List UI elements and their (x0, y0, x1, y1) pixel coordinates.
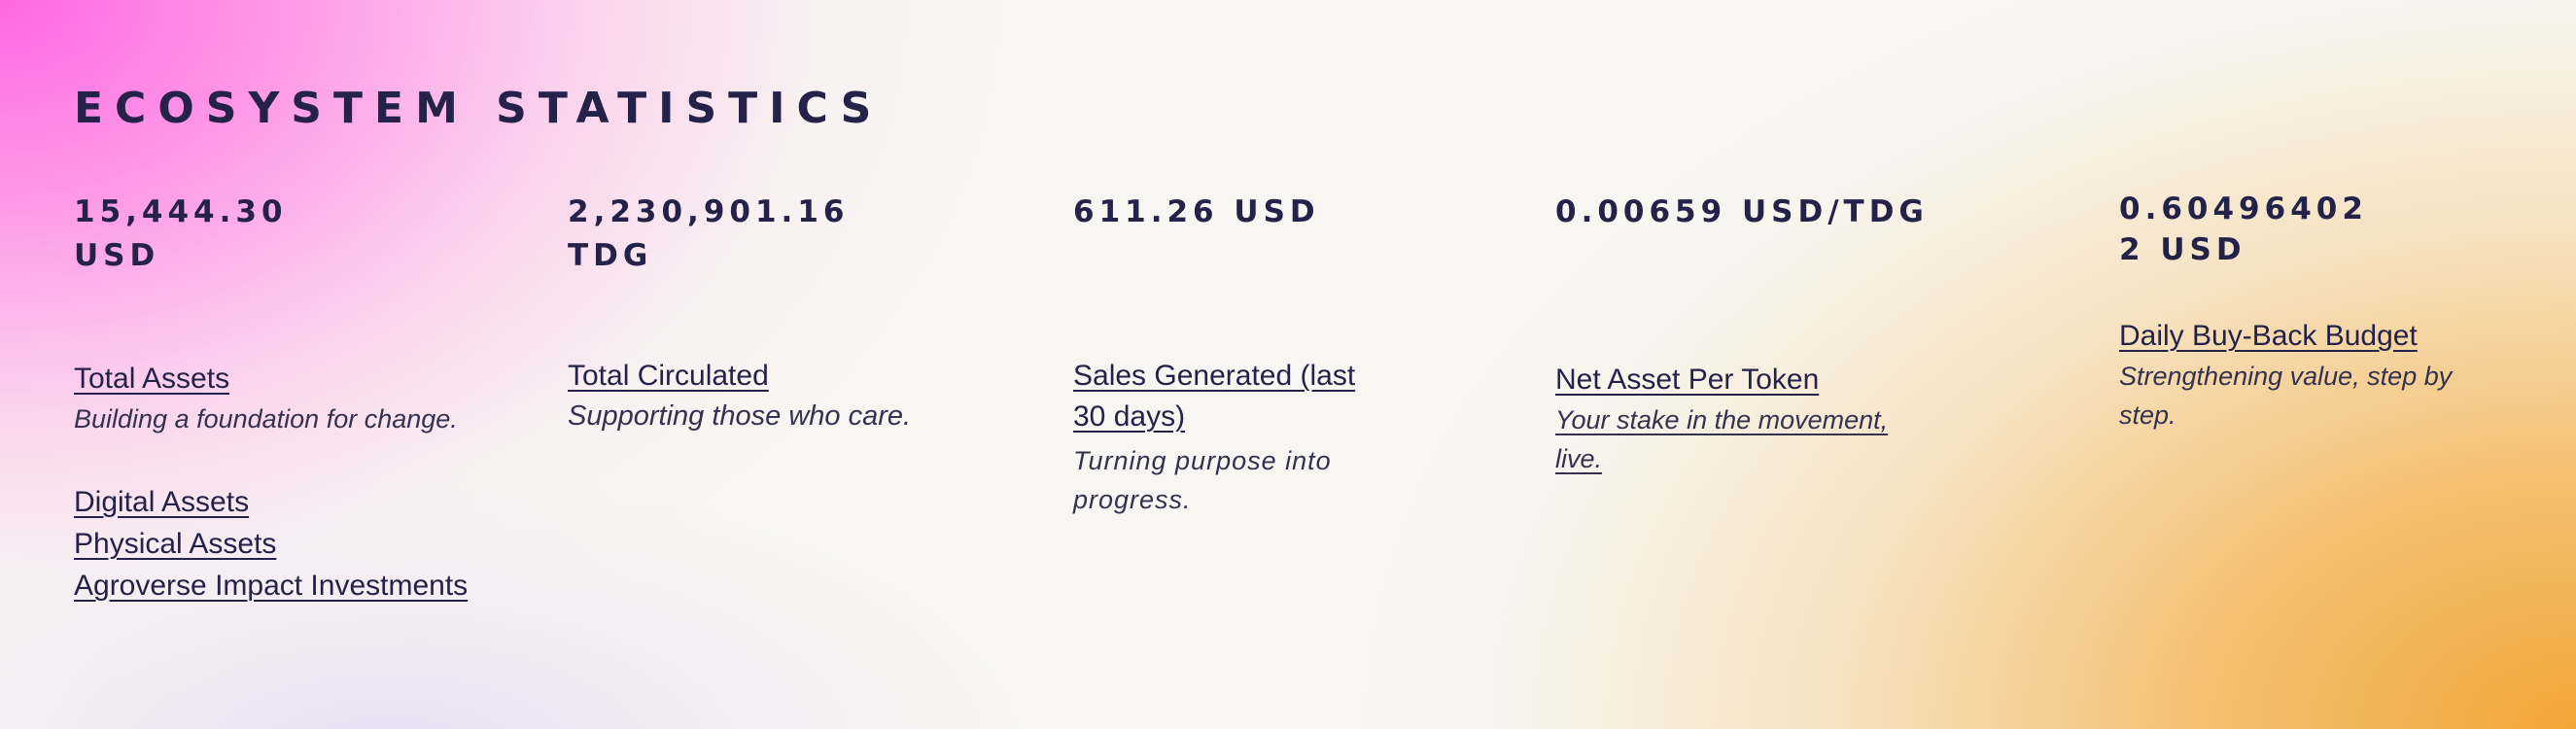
stat-description: Supporting those who care. (568, 400, 912, 432)
daily-buy-back-budget-link[interactable]: Daily Buy-Back Budget (2119, 316, 2418, 357)
stat-value-line1: 2,230,901.16 (568, 194, 850, 229)
stat-description: Turning purpose into progress. (1073, 441, 1481, 519)
stat-value-line1: 611.26 USD (1073, 194, 1320, 229)
stat-value: 15,444.30 USD (74, 191, 502, 278)
stat-value: 611.26 USD (1073, 191, 1481, 234)
stat-value-line1: 15,444.30 (74, 194, 288, 229)
label-line2: 30 days) (1073, 400, 1186, 433)
stat-total-circulated: 2,230,901.16 TDG Total Circulated Suppor… (568, 191, 1015, 435)
asset-links-list: Digital Assets Physical Assets Agroverse… (74, 481, 502, 607)
description-line1: Turning purpose into (1073, 446, 1332, 475)
stat-value-line1: 0.00659 USD/TDG (1555, 194, 1929, 229)
description-line2: progress. (1073, 485, 1192, 514)
live-stake-link[interactable]: Your stake in the movement, live. (1555, 400, 2061, 478)
stat-sales-generated: 611.26 USD Sales Generated (last 30 days… (1073, 191, 1481, 519)
stat-description: Building a foundation for change. (74, 404, 458, 434)
sales-generated-link[interactable]: Sales Generated (last 30 days) (1073, 356, 1481, 437)
total-circulated-link[interactable]: Total Circulated (568, 356, 769, 397)
description-line2: step. (2119, 400, 2176, 430)
agroverse-impact-investments-link[interactable]: Agroverse Impact Investments (74, 565, 502, 607)
stat-daily-buy-back-budget: 0.60496402 2 USD Daily Buy-Back Budget S… (2119, 189, 2547, 434)
stat-value: 0.00659 USD/TDG (1555, 191, 2061, 234)
total-assets-link[interactable]: Total Assets (74, 359, 229, 399)
description-line1: Your stake in the movement, (1555, 405, 1889, 434)
stat-description: Strengthening value, step by step. (2119, 357, 2547, 434)
stat-value-line2: TDG (568, 238, 653, 273)
description-line2: live. (1555, 444, 1603, 473)
stat-value-line2: 2 USD (2119, 232, 2246, 267)
stat-value: 2,230,901.16 TDG (568, 191, 1015, 278)
ecosystem-statistics-section: ECOSYSTEM STATISTICS 15,444.30 USD Total… (0, 0, 2576, 729)
stat-total-assets: 15,444.30 USD Total Assets Building a fo… (74, 191, 502, 607)
digital-assets-link[interactable]: Digital Assets (74, 481, 502, 523)
stat-value-line2: USD (74, 238, 160, 273)
section-title: ECOSYSTEM STATISTICS (74, 84, 884, 133)
net-asset-per-token-link[interactable]: Net Asset Per Token (1555, 360, 1819, 400)
physical-assets-link[interactable]: Physical Assets (74, 523, 502, 565)
label-line1: Sales Generated (last (1073, 360, 1356, 392)
stat-value: 0.60496402 2 USD (2119, 189, 2547, 270)
description-line1: Strengthening value, step by (2119, 362, 2453, 391)
stat-value-line1: 0.60496402 (2119, 191, 2368, 226)
stat-net-asset-per-token: 0.00659 USD/TDG Net Asset Per Token Your… (1555, 191, 2061, 478)
